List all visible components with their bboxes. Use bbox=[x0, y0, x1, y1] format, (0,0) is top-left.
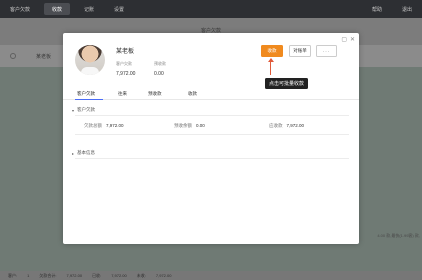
app-tab-settings[interactable]: 设置 bbox=[104, 0, 134, 18]
stat-debt: 客户欠款 7,972.00 bbox=[116, 61, 135, 77]
field-receivable-label: 应收款 bbox=[269, 123, 283, 128]
statement-button[interactable]: 对账单 bbox=[289, 45, 311, 57]
section-debt-header[interactable]: ▾ 客户欠款 bbox=[72, 107, 95, 113]
field-total-debt-value: 7,972.00 bbox=[106, 123, 124, 128]
avatar bbox=[75, 45, 105, 75]
batch-collect-tooltip: 点击可批量收款 bbox=[265, 78, 309, 89]
status-label-unreceived: 未收: bbox=[136, 272, 146, 278]
active-tab-indicator bbox=[75, 99, 103, 100]
field-receivable-value: 7,972.00 bbox=[286, 123, 305, 128]
divider bbox=[75, 134, 349, 135]
chevron-down-icon: ▾ bbox=[72, 107, 75, 113]
tab-payments[interactable]: 收款 bbox=[188, 91, 197, 97]
field-receivable: 应收款 7,972.00 bbox=[269, 123, 304, 129]
divider bbox=[75, 158, 349, 159]
tab-customer-debt[interactable]: 客户欠款 bbox=[77, 91, 95, 97]
field-prepaid-balance: 预收余额 0.00 bbox=[174, 123, 205, 129]
status-label-total: 欠款合计: bbox=[39, 272, 57, 278]
close-icon[interactable]: ✕ bbox=[350, 37, 355, 43]
chevron-right-icon: ▸ bbox=[72, 150, 75, 156]
customer-name: 某老板 bbox=[116, 49, 135, 55]
field-prepaid-balance-value: 0.00 bbox=[196, 123, 205, 128]
tab-transactions[interactable]: 往来 bbox=[118, 91, 127, 97]
customer-detail-modal: ▢ ✕ 某老板 客户欠款 7,972.00 预收款 0.00 收款 对账单 ··… bbox=[63, 33, 359, 244]
detail-tabs: 客户欠款 往来 预收款 收款 bbox=[63, 89, 359, 100]
divider bbox=[75, 115, 349, 116]
field-total-debt: 欠款总额 7,972.00 bbox=[84, 123, 124, 129]
app-tab-collect[interactable]: 收款 bbox=[44, 3, 71, 15]
row-radio[interactable] bbox=[10, 53, 16, 59]
field-total-debt-label: 欠款总额 bbox=[84, 123, 102, 128]
stat-prepaid-label: 预收款 bbox=[154, 61, 166, 66]
status-value-total: 7,972.00 bbox=[66, 273, 83, 278]
stat-prepaid: 预收款 0.00 bbox=[154, 61, 166, 77]
section-basic-title: 基本信息 bbox=[77, 150, 96, 155]
app-tab-bookkeeping[interactable]: 记账 bbox=[74, 0, 104, 18]
stat-debt-value: 7,972.00 bbox=[116, 71, 136, 77]
help-link[interactable]: 帮助 bbox=[362, 0, 392, 18]
collect-payment-button[interactable]: 收款 bbox=[261, 45, 283, 57]
status-label-customers: 客户: bbox=[8, 272, 18, 278]
status-label-received: 已收: bbox=[92, 272, 102, 278]
stat-prepaid-value: 0.00 bbox=[154, 71, 164, 77]
annotation-arrow bbox=[270, 61, 271, 75]
tab-prepaid[interactable]: 预收款 bbox=[148, 91, 162, 97]
status-value-customers: 1 bbox=[27, 273, 30, 278]
stat-debt-label: 客户欠款 bbox=[116, 61, 132, 66]
section-debt-title: 客户欠款 bbox=[77, 107, 96, 112]
row-customer-name: 某老板 bbox=[36, 54, 52, 60]
logout-link[interactable]: 退出 bbox=[392, 0, 422, 18]
status-value-received: 7,972.00 bbox=[111, 273, 127, 278]
more-button[interactable]: ··· bbox=[316, 45, 337, 57]
section-basic-header[interactable]: ▸ 基本信息 bbox=[72, 150, 95, 156]
maximize-icon[interactable]: ▢ bbox=[341, 37, 347, 43]
field-prepaid-balance-label: 预收余额 bbox=[174, 123, 192, 128]
list-right-text: 4.00 款,最快(1.99客) 款, bbox=[377, 233, 420, 238]
status-value-unreceived: 7,972.00 bbox=[155, 273, 172, 278]
app-tab-debt[interactable]: 客户欠款 bbox=[0, 0, 40, 18]
status-bar: 客户: 1 欠款合计: 7,972.00 已收: 7,972.00 未收: 7,… bbox=[0, 271, 422, 280]
app-topbar: 客户欠款 收款 记账 设置 帮助 退出 bbox=[0, 0, 422, 18]
